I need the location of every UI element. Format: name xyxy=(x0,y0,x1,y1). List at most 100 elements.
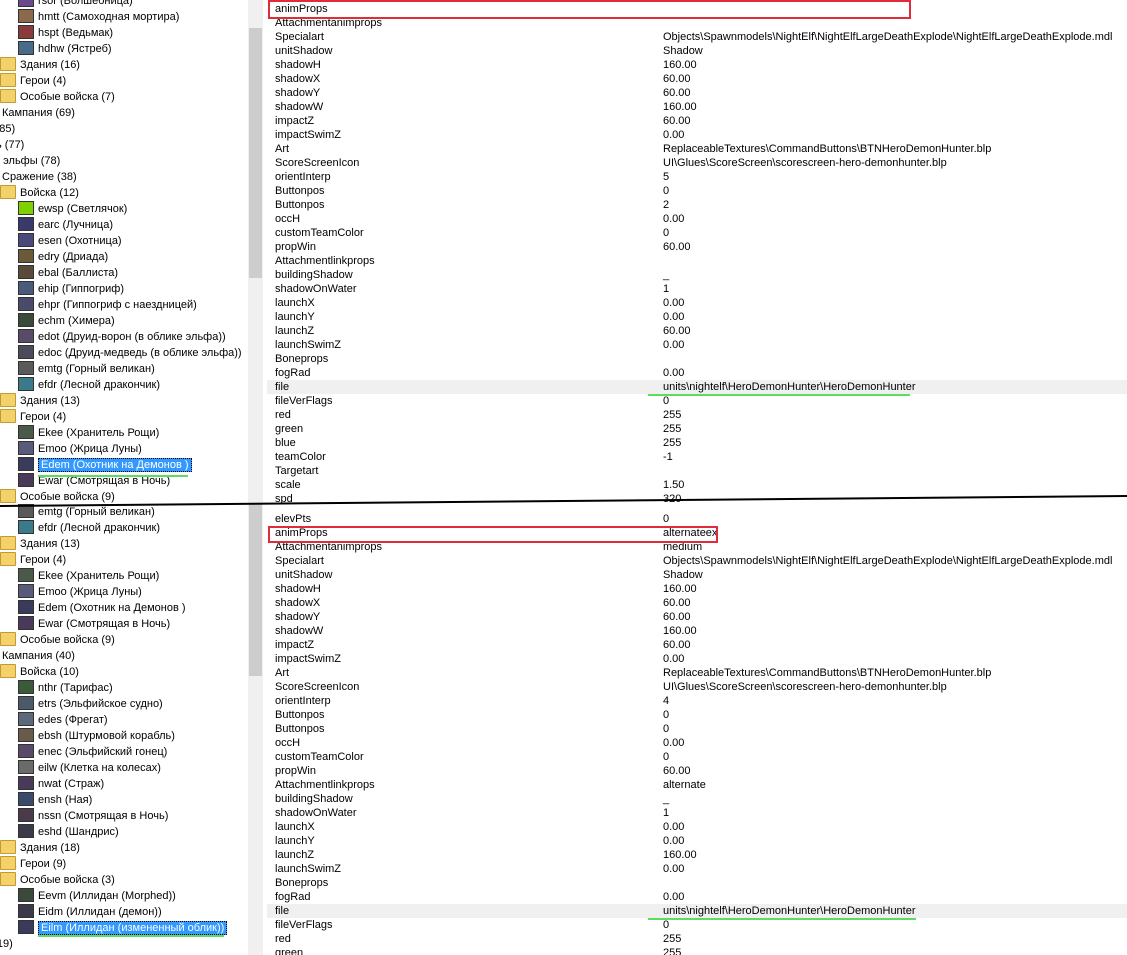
property-row-shadowonwater[interactable]: shadowOnWater 1 xyxy=(267,806,1127,820)
property-value[interactable]: 1 xyxy=(663,282,669,296)
property-value[interactable]: 0.00 xyxy=(663,128,684,142)
property-row-buttonpos[interactable]: Buttonpos 2 xyxy=(267,198,1127,212)
property-row-green[interactable]: green 255 xyxy=(267,422,1127,436)
property-row-occh[interactable]: occH 0.00 xyxy=(267,736,1127,750)
property-row-propwin[interactable]: propWin 60.00 xyxy=(267,764,1127,778)
property-row-scorescreenicon[interactable]: ScoreScreenIcon UI\Glues\ScoreScreen\scor… xyxy=(267,156,1127,170)
property-value[interactable]: 0.00 xyxy=(663,366,684,380)
property-row-blue[interactable]: blue 255 xyxy=(267,436,1127,450)
tree-item-node[interactable]: кить (77) xyxy=(0,137,24,153)
property-value[interactable]: 5 xyxy=(663,170,669,184)
property-row-buildingshadow[interactable]: buildingShadow _ xyxy=(267,792,1127,806)
property-row-launchx[interactable]: launchX 0.00 xyxy=(267,296,1127,310)
property-value[interactable]: 0.00 xyxy=(663,834,684,848)
tree-item-nwat[interactable]: nwat (Страж) xyxy=(18,776,104,792)
property-row-shadowy[interactable]: shadowY 60.00 xyxy=(267,610,1127,624)
property-value[interactable]: 60.00 xyxy=(663,114,691,128)
property-value[interactable]: 60.00 xyxy=(663,240,691,254)
property-row-specialart[interactable]: Specialart Objects\Spawnmodels\NightElf\N… xyxy=(267,30,1127,44)
tree-item-eshd[interactable]: eshd (Шандрис) xyxy=(18,824,119,840)
tree-item-node[interactable]: Войска (10) xyxy=(0,664,79,680)
property-value[interactable]: -1 xyxy=(663,450,673,464)
tree-item-hspt[interactable]: hspt (Ведьмак) xyxy=(18,25,113,41)
property-value[interactable]: ReplaceableTextures\CommandButtons\BTNHe… xyxy=(663,142,991,156)
property-row-fograd[interactable]: fogRad 0.00 xyxy=(267,890,1127,904)
property-value[interactable]: UI\Glues\ScoreScreen\scorescreen-hero-de… xyxy=(663,680,947,694)
property-value[interactable]: 0 xyxy=(663,750,669,764)
tree-item-earc[interactable]: earc (Лучница) xyxy=(18,217,113,233)
property-value[interactable]: Shadow xyxy=(663,568,703,582)
property-value[interactable]: 160.00 xyxy=(663,100,697,114)
tree-item-edem[interactable]: Edem (Охотник на Демонов ) xyxy=(18,600,186,616)
tree-item-ekee[interactable]: Ekee (Хранитель Рощи) xyxy=(18,568,159,584)
tree-item-node[interactable]: Герои (4) xyxy=(0,73,66,89)
tree-item-edot[interactable]: edot (Друид-ворон (в облике эльфа)) xyxy=(18,329,226,345)
property-row-file[interactable]: file units\nightelf\HeroDemonHunter\HeroD… xyxy=(267,904,1127,918)
property-value[interactable]: 60.00 xyxy=(663,764,691,778)
property-value[interactable]: 255 xyxy=(663,946,681,955)
property-row-teamcolor[interactable]: teamColor -1 xyxy=(267,450,1127,464)
tree-item-ewar[interactable]: Ewar (Смотрящая в Ночь) xyxy=(18,616,170,632)
property-row-shadowonwater[interactable]: shadowOnWater 1 xyxy=(267,282,1127,296)
tree-item-node[interactable]: Особые войска (3) xyxy=(0,872,115,888)
property-row-art[interactable]: Art ReplaceableTextures\CommandButtons\BT… xyxy=(267,142,1127,156)
tree-item-eilm[interactable]: Eilm (Иллидан (измененный облик)) xyxy=(18,920,228,936)
property-value[interactable]: 0.00 xyxy=(663,296,684,310)
property-row-buttonpos[interactable]: Buttonpos 0 xyxy=(267,722,1127,736)
tree-item-esen[interactable]: esen (Охотница) xyxy=(18,233,122,249)
property-value[interactable]: 0.00 xyxy=(663,212,684,226)
property-row-targetart[interactable]: Targetart xyxy=(267,464,1127,478)
property-list[interactable]: elevPts 0 animProps alternateex Attachmentan… xyxy=(267,504,1127,955)
property-row-buttonpos[interactable]: Buttonpos 0 xyxy=(267,708,1127,722)
tree-item-rsor[interactable]: rsor (Волшебница) xyxy=(18,0,133,9)
property-row-impactswimz[interactable]: impactSwimZ 0.00 xyxy=(267,128,1127,142)
tree-item-edes[interactable]: edes (Фрегат) xyxy=(18,712,108,728)
property-value[interactable]: 255 xyxy=(663,408,681,422)
property-row-launchy[interactable]: launchY 0.00 xyxy=(267,310,1127,324)
tree-item-node[interactable]: Сражение (38) xyxy=(0,169,77,185)
property-value[interactable]: 0.00 xyxy=(663,338,684,352)
tree-item-edem[interactable]: Edem (Охотник на Демонов ) xyxy=(18,457,192,473)
property-value[interactable]: 60.00 xyxy=(663,596,691,610)
property-value[interactable]: _ xyxy=(663,792,669,806)
property-row-shadoww[interactable]: shadowW 160.00 xyxy=(267,100,1127,114)
property-row-impactz[interactable]: impactZ 60.00 xyxy=(267,114,1127,128)
object-tree[interactable]: rsor (Волшебница) hmtt (Самоходная мортир… xyxy=(0,0,248,504)
property-value[interactable]: 60.00 xyxy=(663,324,691,338)
property-value[interactable]: 60.00 xyxy=(663,86,691,100)
tree-item-ehpr[interactable]: ehpr (Гиппогриф с наездницей) xyxy=(18,297,197,313)
property-row-shadoww[interactable]: shadowW 160.00 xyxy=(267,624,1127,638)
property-row-attachmentlinkprops[interactable]: Attachmentlinkprops xyxy=(267,254,1127,268)
property-row-impactz[interactable]: impactZ 60.00 xyxy=(267,638,1127,652)
property-row-boneprops[interactable]: Boneprops xyxy=(267,352,1127,366)
property-value[interactable]: 160.00 xyxy=(663,58,697,72)
property-value[interactable]: 60.00 xyxy=(663,638,691,652)
property-row-shadowx[interactable]: shadowX 60.00 xyxy=(267,72,1127,86)
tree-item-node[interactable]: Герои (4) xyxy=(0,552,66,568)
property-row-unitshadow[interactable]: unitShadow Shadow xyxy=(267,568,1127,582)
property-value[interactable]: 0.00 xyxy=(663,310,684,324)
property-row-launchz[interactable]: launchZ 60.00 xyxy=(267,324,1127,338)
property-row-impactswimz[interactable]: impactSwimZ 0.00 xyxy=(267,652,1127,666)
tree-item-edoc[interactable]: edoc (Друид-медведь (в облике эльфа)) xyxy=(18,345,242,361)
property-value[interactable]: 255 xyxy=(663,436,681,450)
property-value[interactable]: 0.00 xyxy=(663,652,684,666)
property-row-green[interactable]: green 255 xyxy=(267,946,1127,955)
property-row-shadowh[interactable]: shadowH 160.00 xyxy=(267,58,1127,72)
tree-item-node[interactable]: Здания (16) xyxy=(0,57,80,73)
property-value[interactable]: 160.00 xyxy=(663,848,697,862)
property-row-propwin[interactable]: propWin 60.00 xyxy=(267,240,1127,254)
property-row-elevpts[interactable]: elevPts 0 xyxy=(267,512,1127,526)
tree-item-eevm[interactable]: Eevm (Иллидан (Morphed)) xyxy=(18,888,176,904)
property-value[interactable]: UI\Glues\ScoreScreen\scorescreen-hero-de… xyxy=(663,156,947,170)
property-value[interactable]: 4 xyxy=(663,694,669,708)
tree-item-efdr[interactable]: efdr (Лесной дракончик) xyxy=(18,377,160,393)
property-row-specialart[interactable]: Specialart Objects\Spawnmodels\NightElf\N… xyxy=(267,554,1127,568)
tree-scrollbar-thumb[interactable] xyxy=(249,504,262,676)
tree-item-emoo[interactable]: Emoo (Жрица Луны) xyxy=(18,441,142,457)
tree-item-node[interactable]: Кампания (69) xyxy=(0,105,75,121)
property-value[interactable]: Objects\Spawnmodels\NightElf\NightElfLar… xyxy=(663,30,1112,44)
property-row-customteamcolor[interactable]: customTeamColor 0 xyxy=(267,750,1127,764)
tree-scrollbar-thumb[interactable] xyxy=(249,28,262,278)
property-value[interactable]: units\nightelf\HeroDemonHunter\HeroDemon… xyxy=(663,904,916,918)
